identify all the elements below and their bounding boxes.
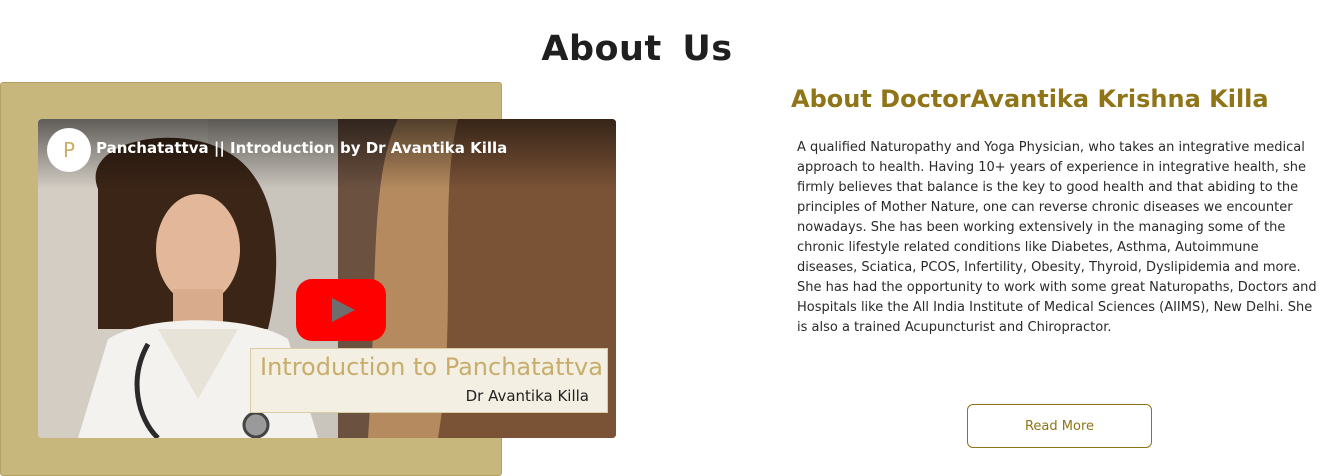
video-caption-card: Introduction to Panchatattva Dr Avantika… — [250, 348, 608, 413]
caption-subtitle: Dr Avantika Killa — [465, 387, 589, 405]
section-title: About Us — [541, 29, 733, 70]
video-player[interactable]: P Panchatattva || Introduction by Dr Ava… — [38, 119, 616, 438]
youtube-play-icon[interactable] — [296, 279, 386, 341]
read-more-button[interactable]: Read More — [967, 404, 1152, 448]
channel-avatar[interactable]: P — [47, 128, 91, 172]
caption-title: Introduction to Panchatattva — [260, 353, 603, 381]
about-heading: About DoctorAvantika Krishna Killa — [791, 85, 1269, 113]
about-description: A qualified Naturopathy and Yoga Physici… — [797, 140, 1317, 335]
video-title[interactable]: Panchatattva || Introduction by Dr Avant… — [96, 139, 507, 157]
